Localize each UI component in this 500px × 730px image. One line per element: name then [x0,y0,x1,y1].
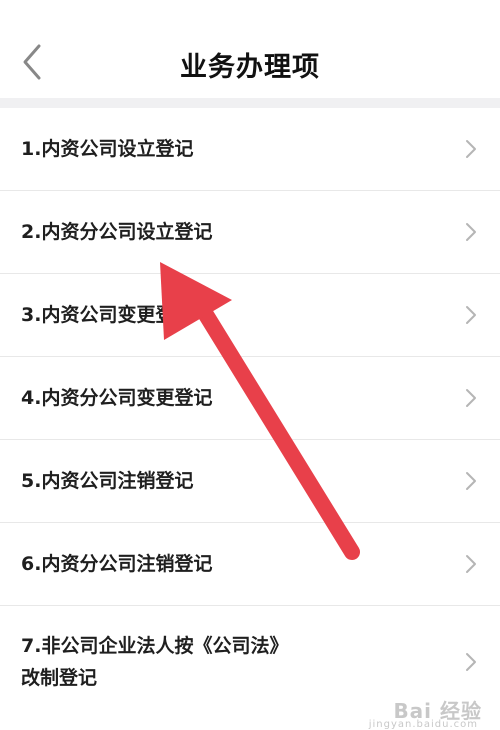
list-item-label: 5.内资公司注销登记 [21,470,194,492]
chevron-right-icon [464,470,478,492]
business-item-list: 1.内资公司设立登记 2.内资分公司设立登记 3.内资公司变更登记 4.内资分公… [0,108,500,718]
list-item[interactable]: 2.内资分公司设立登记 [0,191,500,274]
header: 业务办理项 [0,0,500,98]
chevron-right-icon [464,651,478,673]
list-item-label: 2.内资分公司设立登记 [21,221,213,243]
chevron-right-icon [464,221,478,243]
list-item-label: 3.内资公司变更登记 [21,304,194,326]
list-item[interactable]: 6.内资分公司注销登记 [0,523,500,606]
section-divider [0,98,500,108]
chevron-right-icon [464,304,478,326]
list-item-label: 7.非公司企业法人按《公司法》 改制登记 [21,635,289,689]
list-item-label: 4.内资分公司变更登记 [21,387,213,409]
watermark: Bai 经验 jingyan.baidu.com [369,695,482,730]
list-item[interactable]: 5.内资公司注销登记 [0,440,500,523]
list-item-label: 6.内资分公司注销登记 [21,553,213,575]
list-item[interactable]: 3.内资公司变更登记 [0,274,500,357]
watermark-domain: jingyan.baidu.com [368,719,478,730]
page-title: 业务办理项 [180,52,320,83]
chevron-right-icon [464,553,478,575]
chevron-right-icon [464,138,478,160]
list-item[interactable]: 4.内资分公司变更登记 [0,357,500,440]
list-item-label: 1.内资公司设立登记 [21,138,194,160]
chevron-right-icon [464,387,478,409]
list-item[interactable]: 1.内资公司设立登记 [0,108,500,191]
